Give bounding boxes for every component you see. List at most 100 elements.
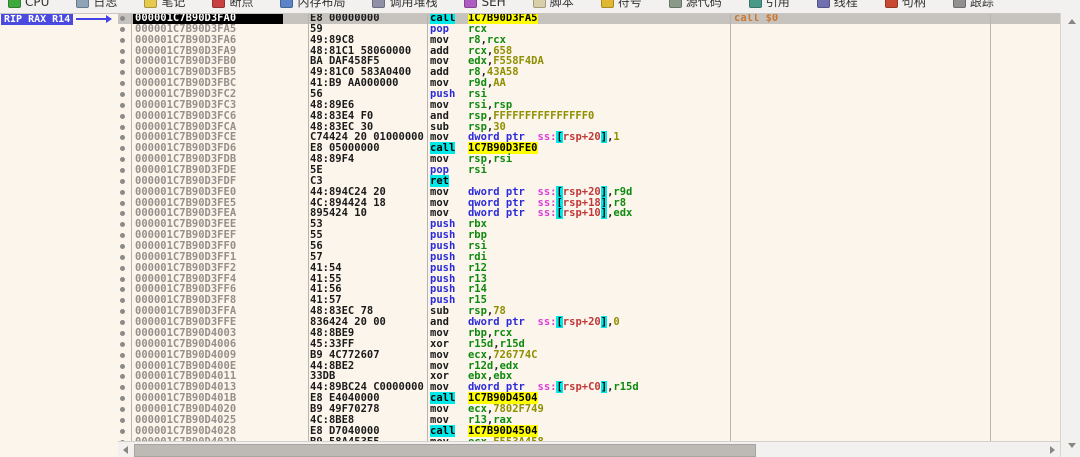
horizontal-scrollbar-thumb[interactable] — [134, 444, 756, 457]
table-row[interactable]: 000001C7B90D3FA559pop rcx — [118, 24, 1060, 35]
table-row[interactable]: 000001C7B90D400348:8BE9mov rbp,rcx — [118, 328, 1060, 339]
scroll-left-icon[interactable] — [123, 446, 128, 454]
table-row[interactable]: 000001C7B90D3FF241:54push r12 — [118, 263, 1060, 274]
vertical-scrollbar[interactable] — [1060, 13, 1080, 457]
table-row[interactable]: 000001C7B90D401BE8 E4040000call 1C7B90D4… — [118, 393, 1060, 404]
bytes-cell: B9 4C772607 — [310, 350, 380, 361]
table-row[interactable]: 000001C7B90D3FCEC74424 20 01000000mov dw… — [118, 132, 1060, 143]
table-row[interactable]: 000001C7B90D4020B9 49F70278mov ecx,7802F… — [118, 404, 1060, 415]
breakpoint-dot-icon[interactable] — [120, 179, 125, 184]
breakpoint-dot-icon[interactable] — [120, 125, 125, 130]
rip-arrow-line — [76, 18, 107, 20]
table-row[interactable]: 000001C7B90D3FF056push rsi — [118, 241, 1060, 252]
scroll-down-icon[interactable] — [1068, 443, 1076, 448]
table-row[interactable]: 000001C7B90D3FBC41:B9 AA000000mov r9d,AA — [118, 78, 1060, 89]
breakpoint-dot-icon[interactable] — [120, 342, 125, 347]
tab-memory-map[interactable]: 内存布局 — [280, 0, 345, 10]
breakpoint-dot-icon[interactable] — [120, 92, 125, 97]
table-row[interactable]: 000001C7B90D4028E8 D7040000call 1C7B90D4… — [118, 426, 1060, 437]
table-row[interactable]: 000001C7B90D400E44:8BE2mov r12d,edx — [118, 361, 1060, 372]
instruction-token — [525, 316, 538, 328]
tab-call-stack[interactable]: 调用堆栈 — [372, 0, 437, 10]
breakpoint-dot-icon[interactable] — [120, 16, 125, 21]
table-row[interactable]: 000001C7B90D3FD6E8 05000000call 1C7B90D3… — [118, 143, 1060, 154]
breakpoint-dot-icon[interactable] — [120, 266, 125, 271]
breakpoint-dot-icon[interactable] — [120, 244, 125, 249]
table-row[interactable]: 000001C7B90D3FDB48:89F4mov rsp,rsi — [118, 154, 1060, 165]
breakpoint-dot-icon[interactable] — [120, 298, 125, 303]
table-row[interactable]: 000001C7B90D401344:89BC24 C0000000mov dw… — [118, 382, 1060, 393]
breakpoint-dot-icon[interactable] — [120, 49, 125, 54]
table-row[interactable]: 000001C7B90D3FF841:57push r15 — [118, 295, 1060, 306]
table-row[interactable]: 000001C7B90D3FEE53push rbx — [118, 219, 1060, 230]
breakpoint-dot-icon[interactable] — [120, 114, 125, 119]
breakpoint-dot-icon[interactable] — [120, 277, 125, 282]
breakpoint-icon — [212, 0, 225, 8]
breakpoint-dot-icon[interactable] — [120, 331, 125, 336]
table-row[interactable]: 000001C7B90D3FFE836424 20 00and dword pt… — [118, 317, 1060, 328]
breakpoint-dot-icon[interactable] — [120, 407, 125, 412]
breakpoint-dot-icon[interactable] — [120, 396, 125, 401]
breakpoint-dot-icon[interactable] — [120, 309, 125, 314]
tab-threads[interactable]: 线程 — [817, 0, 858, 10]
breakpoint-dot-icon[interactable] — [120, 211, 125, 216]
breakpoint-dot-icon[interactable] — [120, 222, 125, 227]
breakpoint-dot-icon[interactable] — [120, 385, 125, 390]
breakpoint-dot-icon[interactable] — [120, 190, 125, 195]
tab-breakpoints[interactable]: 断点 — [212, 0, 253, 10]
table-row[interactable]: 000001C7B90D3FB0BA DAF458F5mov edx,F558F… — [118, 56, 1060, 67]
breakpoint-dot-icon[interactable] — [120, 233, 125, 238]
table-row[interactable]: 000001C7B90D3FA948:81C1 58060000add rcx,… — [118, 46, 1060, 57]
instruction-token: rax — [493, 414, 512, 426]
breakpoint-dot-icon[interactable] — [120, 81, 125, 86]
table-row[interactable]: 000001C7B90D3FF641:56push r14 — [118, 284, 1060, 295]
table-row[interactable]: 000001C7B90D40254C:8BE8mov r13,rax — [118, 415, 1060, 426]
breakpoint-dot-icon[interactable] — [120, 168, 125, 173]
breakpoint-dot-icon[interactable] — [120, 364, 125, 369]
breakpoint-dot-icon[interactable] — [120, 38, 125, 43]
tab-notes[interactable]: 笔记 — [144, 0, 185, 10]
breakpoint-dot-icon[interactable] — [120, 146, 125, 151]
horizontal-scrollbar[interactable] — [118, 441, 1060, 457]
breakpoint-dot-icon[interactable] — [120, 255, 125, 260]
tab-handles[interactable]: 句柄 — [885, 0, 926, 10]
tab-seh[interactable]: SEH — [464, 0, 505, 10]
table-row[interactable]: 000001C7B90D3FB549:81C0 583A0400add r8,4… — [118, 67, 1060, 78]
breakpoint-dot-icon[interactable] — [120, 429, 125, 434]
disassembly-view[interactable]: 000001C7B90D3FA0E8 00000000call 1C7B90D3… — [118, 13, 1060, 457]
table-row[interactable]: 000001C7B90D3FEA895424 10mov dword ptr s… — [118, 208, 1060, 219]
table-row[interactable]: 000001C7B90D3FDE5Epop rsi — [118, 165, 1060, 176]
breakpoint-dot-icon[interactable] — [120, 70, 125, 75]
table-row[interactable]: 000001C7B90D4009B9 4C772607mov ecx,72677… — [118, 350, 1060, 361]
tab-symbols[interactable]: 符号 — [601, 0, 642, 10]
breakpoint-dot-icon[interactable] — [120, 157, 125, 162]
table-row[interactable]: 000001C7B90D400645:33FFxor r15d,r15d — [118, 339, 1060, 350]
table-row[interactable]: 000001C7B90D3FF441:55push r13 — [118, 274, 1060, 285]
table-row[interactable]: 000001C7B90D3FEF55push rbp — [118, 230, 1060, 241]
tab-source[interactable]: 源代码 — [669, 0, 722, 10]
tab-label: 符号 — [618, 0, 642, 10]
tab-references[interactable]: 引用 — [749, 0, 790, 10]
scroll-right-icon[interactable] — [1050, 446, 1055, 454]
breakpoint-dot-icon[interactable] — [120, 320, 125, 325]
breakpoint-dot-icon[interactable] — [120, 418, 125, 423]
breakpoint-dot-icon[interactable] — [120, 374, 125, 379]
breakpoint-dot-icon[interactable] — [120, 287, 125, 292]
breakpoint-dot-icon[interactable] — [120, 353, 125, 358]
breakpoint-dot-icon[interactable] — [120, 27, 125, 32]
table-row[interactable]: 000001C7B90D3FC256push rsi — [118, 89, 1060, 100]
breakpoint-dot-icon[interactable] — [120, 103, 125, 108]
tab-trace[interactable]: 跟踪 — [953, 0, 994, 10]
breakpoint-dot-icon[interactable] — [120, 59, 125, 64]
rip-register-label: RIP RAX R14 — [1, 14, 73, 25]
tab-log[interactable]: 日志 — [76, 0, 117, 10]
tab-script[interactable]: 脚本 — [533, 0, 574, 10]
breakpoint-dot-icon[interactable] — [120, 135, 125, 140]
tab-cpu[interactable]: CPU — [8, 0, 49, 10]
table-row[interactable]: 000001C7B90D3FF157push rdi — [118, 252, 1060, 263]
table-row[interactable]: 000001C7B90D3FA649:89C8mov r8,rcx — [118, 35, 1060, 46]
scroll-up-icon[interactable] — [1068, 19, 1076, 24]
table-row[interactable]: 000001C7B90D3FC648:83E4 F0and rsp,FFFFFF… — [118, 111, 1060, 122]
table-row[interactable]: 000001C7B90D3FA0E8 00000000call 1C7B90D3… — [118, 13, 1060, 24]
breakpoint-dot-icon[interactable] — [120, 201, 125, 206]
